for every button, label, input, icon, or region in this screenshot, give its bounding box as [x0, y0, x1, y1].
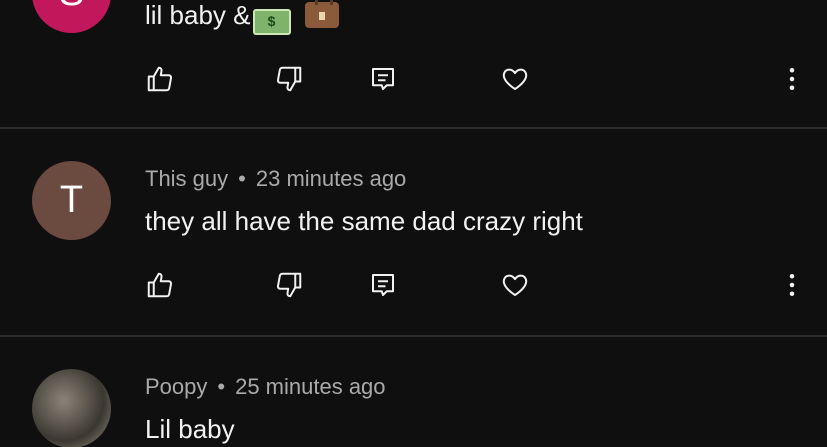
reply-button[interactable] [366, 268, 400, 302]
more-vertical-icon [789, 274, 795, 296]
comment-text: they all have the same dad crazy right [145, 206, 583, 236]
briefcase-emoji-icon [304, 0, 339, 28]
heart-button[interactable] [498, 62, 532, 96]
comments-page: S lil baby &$ T [0, 0, 827, 447]
comment-text: Lil baby [145, 414, 235, 444]
author-name[interactable]: This guy [145, 166, 228, 191]
timestamp[interactable]: 23 minutes ago [256, 166, 406, 191]
dislike-button[interactable] [272, 62, 306, 96]
more-options-button[interactable] [775, 62, 809, 96]
separator-dot: • [238, 166, 246, 191]
comment-actions [0, 62, 827, 102]
thumbs-down-icon [276, 66, 302, 92]
money-emoji-icon: $ [252, 9, 291, 35]
avatar-letter: T [59, 179, 84, 221]
reply-icon [372, 68, 394, 90]
avatar[interactable] [32, 369, 111, 447]
reply-icon [372, 274, 394, 296]
comment-meta: Poopy • 25 minutes ago [145, 374, 386, 400]
comment-text: lil baby & $ [145, 0, 339, 35]
thumbs-up-icon [147, 272, 173, 298]
divider [0, 335, 827, 337]
divider [0, 127, 827, 129]
heart-icon [502, 274, 528, 296]
more-vertical-icon [789, 68, 795, 90]
like-button[interactable] [143, 268, 177, 302]
dislike-button[interactable] [272, 268, 306, 302]
heart-icon [502, 68, 528, 90]
comment-actions [0, 268, 827, 308]
author-name[interactable]: Poopy [145, 374, 207, 399]
thumbs-up-icon [147, 66, 173, 92]
avatar-letter: S [59, 0, 84, 15]
avatar[interactable]: S [32, 0, 111, 33]
avatar[interactable]: T [32, 161, 111, 240]
thumbs-down-icon [276, 272, 302, 298]
more-options-button[interactable] [775, 268, 809, 302]
separator-dot: • [217, 374, 226, 399]
heart-button[interactable] [498, 268, 532, 302]
comment-meta: This guy • 23 minutes ago [145, 166, 406, 192]
reply-button[interactable] [366, 62, 400, 96]
timestamp[interactable]: 25 minutes ago [235, 374, 385, 399]
like-button[interactable] [143, 62, 177, 96]
